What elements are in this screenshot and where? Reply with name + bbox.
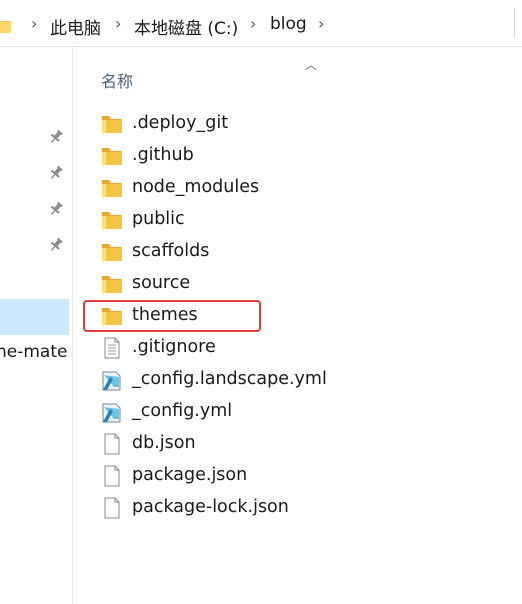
yml-file-icon xyxy=(100,369,124,391)
chevron-right-icon[interactable]: › xyxy=(31,14,37,33)
list-item[interactable]: package-lock.json xyxy=(100,494,500,522)
list-item[interactable]: .gitignore xyxy=(100,334,500,362)
list-item[interactable]: source xyxy=(100,270,500,298)
file-name: node_modules xyxy=(132,177,260,197)
list-item[interactable]: public xyxy=(100,206,500,234)
list-item[interactable]: .github xyxy=(100,142,500,170)
nav-item-label[interactable]: ne-mate xyxy=(0,342,67,362)
pin-icon[interactable] xyxy=(48,201,64,217)
nav-item-selected[interactable] xyxy=(0,299,69,335)
pin-icon[interactable] xyxy=(48,165,64,181)
list-item[interactable]: db.json xyxy=(100,430,500,458)
column-header-name[interactable]: 名称 xyxy=(101,68,133,92)
list-item[interactable]: package.json xyxy=(100,462,500,490)
address-bar-divider xyxy=(514,8,515,38)
file-name: .gitignore xyxy=(132,337,216,357)
list-item[interactable]: node_modules xyxy=(100,174,500,202)
file-name: _config.yml xyxy=(132,401,233,421)
list-item[interactable]: scaffolds xyxy=(100,238,500,266)
breadcrumb-local-disk[interactable]: 本地磁盘 (C:) xyxy=(134,14,238,39)
address-bar[interactable]: › 此电脑 › 本地磁盘 (C:) › blog › xyxy=(0,0,522,47)
file-icon xyxy=(100,497,124,519)
folder-icon xyxy=(100,145,124,167)
file-name: scaffolds xyxy=(132,241,210,261)
file-name: .deploy_git xyxy=(132,113,229,133)
sort-ascending-icon: ︿ xyxy=(305,58,318,72)
chevron-right-icon[interactable]: › xyxy=(318,14,324,33)
pin-icon[interactable] xyxy=(48,129,64,145)
highlight-annotation xyxy=(83,300,261,332)
file-name: source xyxy=(132,273,191,293)
folder-icon xyxy=(100,241,124,263)
file-icon xyxy=(100,433,124,455)
folder-icon xyxy=(100,273,124,295)
folder-icon xyxy=(100,177,124,199)
file-name: .github xyxy=(132,145,194,165)
breadcrumb-this-pc[interactable]: 此电脑 xyxy=(50,14,101,39)
file-name: _config.landscape.yml xyxy=(132,369,327,389)
breadcrumb-blog[interactable]: blog xyxy=(270,14,307,34)
folder-icon xyxy=(0,21,11,33)
file-name: package-lock.json xyxy=(132,497,289,517)
chevron-right-icon[interactable]: › xyxy=(250,14,256,33)
pin-icon[interactable] xyxy=(48,237,64,253)
yml-file-icon xyxy=(100,401,124,423)
folder-icon xyxy=(100,113,124,135)
file-icon xyxy=(100,465,124,487)
file-name: public xyxy=(132,209,185,229)
folder-icon xyxy=(100,209,124,231)
list-item[interactable]: _config.landscape.yml xyxy=(100,366,500,394)
list-item[interactable]: .deploy_git xyxy=(100,110,500,138)
list-item[interactable]: _config.yml xyxy=(100,398,500,426)
file-name: package.json xyxy=(132,465,248,485)
file-name: db.json xyxy=(132,433,196,453)
chevron-right-icon[interactable]: › xyxy=(115,14,121,33)
text-file-icon xyxy=(100,337,124,359)
